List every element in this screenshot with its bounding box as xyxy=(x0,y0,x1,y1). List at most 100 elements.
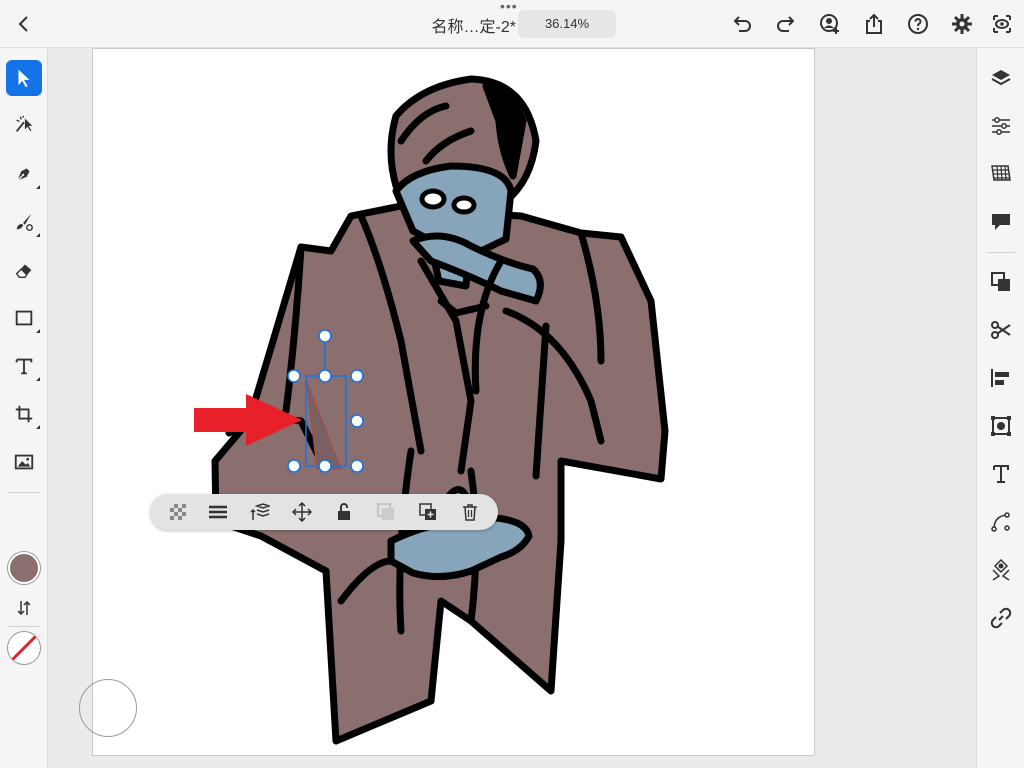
redo-button[interactable] xyxy=(774,12,798,36)
path-button[interactable] xyxy=(989,510,1013,534)
duplicate-icon xyxy=(419,503,436,520)
touch-shortcut[interactable] xyxy=(79,679,137,737)
resize-handle xyxy=(287,459,301,473)
swatches-icon xyxy=(991,165,1011,181)
type-panel-button[interactable] xyxy=(989,462,1013,486)
arrange-button[interactable] xyxy=(989,270,1013,294)
transform-icon xyxy=(991,416,1011,436)
move-button[interactable] xyxy=(292,502,312,522)
divider xyxy=(8,626,40,627)
transform-button[interactable] xyxy=(989,414,1013,438)
opacity-button[interactable] xyxy=(168,502,188,522)
preview-eye-icon xyxy=(993,15,1011,33)
scissors-icon xyxy=(991,321,1011,339)
pen-tool[interactable] xyxy=(6,156,42,192)
duplicate-disabled-icon xyxy=(377,503,394,520)
red-arrow-annotation xyxy=(194,394,302,446)
multitasking-grip[interactable]: ••• xyxy=(500,0,518,13)
resize-handle xyxy=(318,459,332,473)
arrow-cursor-icon xyxy=(18,69,30,88)
undo-icon xyxy=(733,16,751,32)
undo-button[interactable] xyxy=(730,12,754,36)
divider xyxy=(987,252,1015,253)
duplicate-disabled-button xyxy=(376,502,396,522)
zoom-level[interactable]: 36.14% xyxy=(518,10,616,38)
trash-icon xyxy=(463,504,477,521)
help-button[interactable] xyxy=(906,12,930,36)
align-left-icon xyxy=(991,369,1009,387)
share-button[interactable] xyxy=(862,12,886,36)
rotate-handle xyxy=(318,329,332,343)
resize-handle xyxy=(318,369,332,383)
eraser-icon xyxy=(15,264,32,279)
preview-button[interactable] xyxy=(990,12,1014,36)
paintbrush-icon xyxy=(16,213,33,231)
move-icon xyxy=(292,502,312,522)
lock-button[interactable] xyxy=(334,502,354,522)
document-title[interactable]: 名称…定-2* xyxy=(406,13,516,37)
invite-button[interactable] xyxy=(818,12,842,36)
right-toolbar xyxy=(976,48,1024,768)
type-tool[interactable] xyxy=(6,348,42,384)
link-icon xyxy=(990,607,1012,629)
submenu-indicator xyxy=(36,329,40,333)
divider xyxy=(8,492,40,493)
repeat-button[interactable] xyxy=(989,558,1013,582)
cut-button[interactable] xyxy=(989,318,1013,342)
fill-color-swatch[interactable] xyxy=(8,552,40,584)
arrange-icon xyxy=(991,272,1010,291)
artboard-crop-icon xyxy=(15,405,33,423)
type-icon xyxy=(15,358,33,375)
layers-icon xyxy=(991,70,1011,86)
add-user-icon xyxy=(820,14,839,34)
stroke-color-swatch[interactable] xyxy=(8,632,40,664)
swap-fill-stroke-button[interactable] xyxy=(14,598,34,618)
context-toolbar xyxy=(150,494,498,530)
type-panel-icon xyxy=(993,465,1009,483)
app-window: ••• 名称…定-2* 36.14% xyxy=(0,0,1024,768)
back-button[interactable] xyxy=(12,12,36,36)
rectangle-tool[interactable] xyxy=(6,300,42,336)
unlock-icon xyxy=(338,503,350,520)
arrange-layers-button[interactable] xyxy=(250,502,270,522)
submenu-indicator xyxy=(36,377,40,381)
submenu-indicator xyxy=(36,233,40,237)
layers-button[interactable] xyxy=(989,66,1013,90)
top-bar: ••• 名称…定-2* 36.14% xyxy=(0,0,1024,48)
align-button[interactable] xyxy=(989,366,1013,390)
image-icon xyxy=(14,454,34,470)
redo-icon xyxy=(777,16,795,32)
no-stroke-icon xyxy=(10,634,38,662)
path-icon xyxy=(991,512,1010,532)
share-icon xyxy=(866,13,882,34)
help-icon xyxy=(908,14,928,34)
suit-jacket xyxy=(211,202,669,745)
arrange-layers-icon xyxy=(250,503,270,520)
comments-button[interactable] xyxy=(989,210,1013,234)
pen-nib-icon xyxy=(17,168,30,181)
chevron-left-icon xyxy=(18,16,28,32)
brush-tool[interactable] xyxy=(6,204,42,240)
properties-icon xyxy=(992,117,1010,135)
submenu-indicator xyxy=(36,425,40,429)
eraser-tool[interactable] xyxy=(6,252,42,288)
delete-button[interactable] xyxy=(460,502,480,522)
duplicate-button[interactable] xyxy=(418,502,438,522)
stroke-weight-button[interactable] xyxy=(208,502,228,522)
swap-arrows-icon xyxy=(17,600,31,616)
crop-tool[interactable] xyxy=(6,396,42,432)
gear-icon xyxy=(952,14,972,34)
swatches-button[interactable] xyxy=(989,162,1013,186)
resize-handle xyxy=(350,414,364,428)
link-button[interactable] xyxy=(989,606,1013,630)
repeat-icon xyxy=(992,558,1010,581)
properties-button[interactable] xyxy=(989,114,1013,138)
selection-tool[interactable] xyxy=(6,60,42,96)
opacity-icon xyxy=(170,504,186,520)
direct-selection-tool[interactable] xyxy=(6,106,42,142)
stroke-weight-icon xyxy=(209,505,227,519)
resize-handle xyxy=(287,369,301,383)
image-tool[interactable] xyxy=(6,444,42,480)
settings-button[interactable] xyxy=(950,12,974,36)
resize-handle xyxy=(350,459,364,473)
